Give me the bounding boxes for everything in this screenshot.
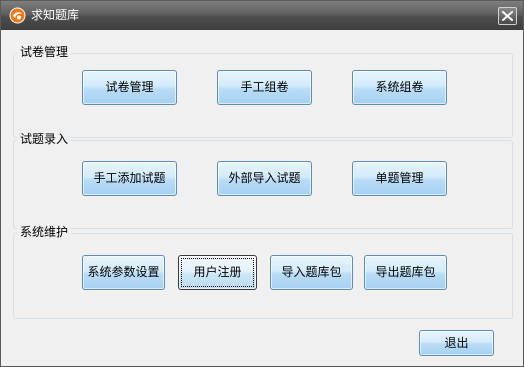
group-title: 系统维护 — [17, 224, 72, 240]
app-logo-icon — [9, 7, 26, 24]
user-registration-label: 用户注册 — [193, 265, 242, 279]
group-system-maintenance: 系统维护 系统参数设置 用户注册 导入题库包 导出题库包 — [13, 224, 513, 319]
paper-management-button[interactable]: 试卷管理 — [82, 70, 177, 105]
main-window: 求知题库 试卷管理 试卷管理 手工组卷 系统组卷 试题录入 手工添加试题 外部导… — [0, 0, 524, 367]
group-question-entry: 试题录入 手工添加试题 外部导入试题 单题管理 — [13, 131, 513, 229]
title-bar[interactable]: 求知题库 — [1, 1, 523, 30]
import-external-questions-button[interactable]: 外部导入试题 — [217, 161, 312, 196]
export-question-bank-button[interactable]: 导出题库包 — [364, 255, 447, 290]
import-question-bank-button[interactable]: 导入题库包 — [270, 255, 353, 290]
manual-add-question-button[interactable]: 手工添加试题 — [82, 161, 177, 196]
system-settings-button[interactable]: 系统参数设置 — [82, 255, 165, 290]
group-paper-management: 试卷管理 试卷管理 手工组卷 系统组卷 — [13, 44, 513, 138]
client-area: 试卷管理 试卷管理 手工组卷 系统组卷 试题录入 手工添加试题 外部导入试题 单… — [1, 30, 523, 366]
system-compose-button[interactable]: 系统组卷 — [352, 70, 447, 105]
group-title: 试卷管理 — [17, 44, 72, 60]
group-title: 试题录入 — [17, 131, 72, 147]
exit-button[interactable]: 退出 — [419, 330, 494, 356]
single-question-management-button[interactable]: 单题管理 — [352, 161, 447, 196]
close-button[interactable] — [498, 7, 517, 25]
manual-compose-button[interactable]: 手工组卷 — [217, 70, 312, 105]
user-registration-button[interactable]: 用户注册 — [178, 255, 257, 290]
window-title: 求知题库 — [31, 8, 80, 22]
